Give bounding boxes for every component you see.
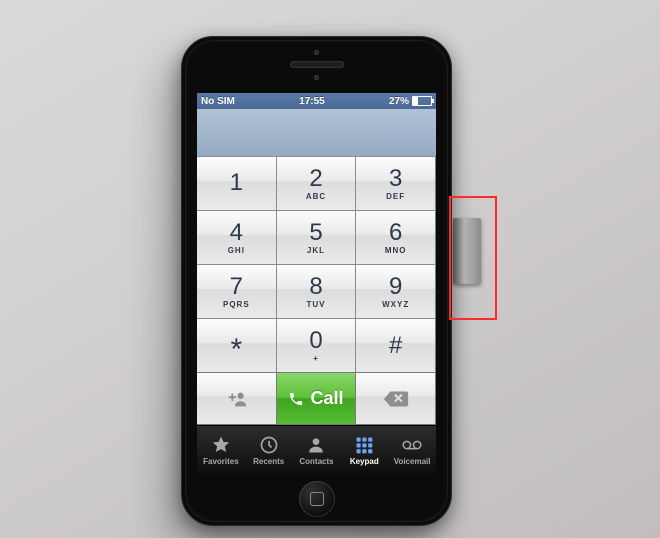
key-7[interactable]: 7PQRS <box>197 264 277 319</box>
tab-bar: Favorites Recents Contacts Keypad Voicem… <box>197 425 436 473</box>
key-0[interactable]: 0+ <box>276 318 357 373</box>
phone-icon <box>288 391 304 407</box>
star-icon <box>210 435 232 455</box>
delete-button[interactable] <box>355 372 436 425</box>
iphone-device: No SIM 17:55 27% 1 2ABC 3DEF 4GHI 5JKL 6… <box>181 36 452 526</box>
proximity-sensor <box>314 50 319 55</box>
key-6[interactable]: 6MNO <box>355 210 436 265</box>
key-hash[interactable]: # <box>355 318 436 373</box>
backspace-icon <box>382 390 410 408</box>
keypad-icon <box>353 435 375 455</box>
key-1[interactable]: 1 <box>197 156 277 211</box>
tab-recents[interactable]: Recents <box>245 426 293 473</box>
tab-keypad[interactable]: Keypad <box>340 426 388 473</box>
dial-keypad: 1 2ABC 3DEF 4GHI 5JKL 6MNO 7PQRS 8TUV 9W… <box>197 157 436 373</box>
tab-contacts[interactable]: Contacts <box>293 426 341 473</box>
earpiece-speaker <box>290 61 344 68</box>
key-4[interactable]: 4GHI <box>197 210 277 265</box>
battery-pct: 27% <box>389 96 409 107</box>
battery-icon <box>412 96 432 106</box>
key-3[interactable]: 3DEF <box>355 156 436 211</box>
number-display <box>197 109 436 157</box>
status-bar: No SIM 17:55 27% <box>197 93 436 109</box>
contact-icon <box>305 435 327 455</box>
key-star[interactable]: * <box>197 318 277 373</box>
key-5[interactable]: 5JKL <box>276 210 357 265</box>
tab-voicemail[interactable]: Voicemail <box>388 426 436 473</box>
carrier-label: No SIM <box>201 96 235 107</box>
add-contact-button[interactable] <box>197 372 277 425</box>
call-button[interactable]: Call <box>276 372 357 425</box>
key-2[interactable]: 2ABC <box>276 156 357 211</box>
clock-icon <box>258 435 280 455</box>
photo-scene: No SIM 17:55 27% 1 2ABC 3DEF 4GHI 5JKL 6… <box>0 0 660 538</box>
key-8[interactable]: 8TUV <box>276 264 357 319</box>
tab-favorites[interactable]: Favorites <box>197 426 245 473</box>
add-contact-icon <box>225 389 247 409</box>
call-label: Call <box>310 388 343 409</box>
annotation-rectangle <box>449 196 497 320</box>
phone-screen: No SIM 17:55 27% 1 2ABC 3DEF 4GHI 5JKL 6… <box>197 93 436 473</box>
home-button[interactable] <box>299 481 335 517</box>
action-row: Call <box>197 373 436 425</box>
clock-label: 17:55 <box>299 96 325 107</box>
key-9[interactable]: 9WXYZ <box>355 264 436 319</box>
voicemail-icon <box>401 435 423 455</box>
camera-sensor <box>314 75 319 80</box>
